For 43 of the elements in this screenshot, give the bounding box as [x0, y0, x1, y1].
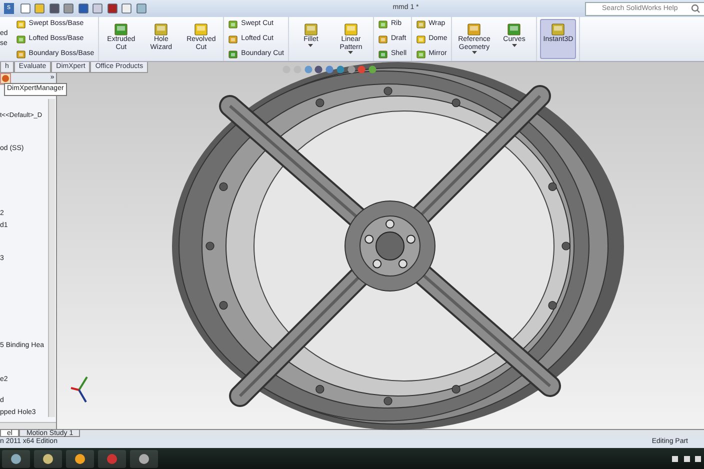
- lug-hole: [406, 234, 416, 244]
- caret-icon[interactable]: [308, 44, 314, 47]
- feature-icon: [378, 19, 388, 30]
- feature-icon: [416, 19, 426, 30]
- caret-icon[interactable]: [348, 51, 354, 54]
- feature-icon: [467, 22, 482, 36]
- feature-icon: [507, 22, 522, 36]
- bolt: [384, 396, 392, 406]
- bolt: [316, 98, 324, 108]
- bolt: [452, 98, 460, 108]
- bolt: [206, 242, 214, 250]
- bolt: [452, 384, 460, 394]
- lug-hole: [398, 259, 408, 268]
- bolt: [219, 182, 228, 191]
- feature-icon: [228, 19, 238, 30]
- feature-icon: [154, 22, 168, 36]
- feature-icon: [551, 22, 566, 36]
- feature-icon: [228, 48, 238, 59]
- feature-icon: [16, 19, 26, 30]
- caret-icon[interactable]: [512, 44, 517, 47]
- feature-icon: [114, 22, 128, 36]
- scrollbar[interactable]: [48, 99, 55, 417]
- feature-icon: [416, 48, 426, 59]
- bolt: [219, 301, 228, 310]
- lug-hole: [372, 259, 382, 268]
- bolt: [548, 301, 557, 310]
- bolt: [548, 182, 557, 191]
- bolt: [384, 86, 392, 96]
- bolt: [316, 384, 324, 394]
- feature-icon: [194, 22, 208, 36]
- caret-icon[interactable]: [472, 51, 477, 54]
- feature-icon: [16, 34, 26, 44]
- feature-icon: [416, 34, 426, 44]
- lug-hole: [386, 220, 394, 228]
- feature-icon: [304, 22, 318, 36]
- feature-icon: [378, 34, 388, 44]
- feature-icon: [378, 48, 388, 59]
- lug-hole: [364, 234, 374, 244]
- scrollbar[interactable]: [0, 422, 56, 429]
- bolt: [562, 242, 570, 250]
- feature-icon: [228, 34, 238, 44]
- feature-icon: [16, 48, 26, 59]
- feature-icon: [344, 22, 358, 36]
